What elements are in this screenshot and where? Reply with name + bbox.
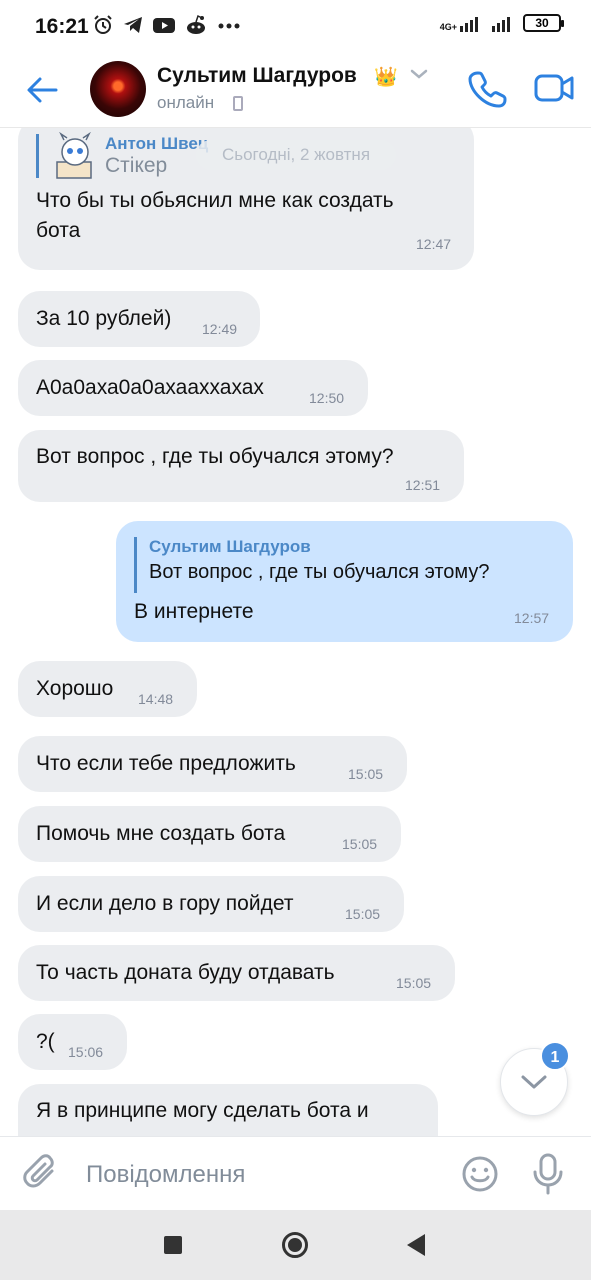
online-status: онлайн [157, 93, 215, 112]
more-notifications-icon [218, 23, 240, 29]
message-text: Что бы ты обьяснил мне как создать [36, 189, 394, 212]
reply-quote[interactable]: Антон Швец Стікер [36, 132, 209, 179]
message-text: В интернете [134, 600, 254, 623]
reply-author: Сультим Шагдуров [149, 537, 311, 556]
system-navigation-bar [0, 1210, 591, 1280]
home-icon[interactable] [282, 1232, 308, 1258]
signal-icon-2 [492, 17, 510, 32]
unread-count-badge: 1 [540, 1041, 570, 1071]
message-time: 12:51 [405, 477, 441, 493]
chat-header: Сультим Шагдуров 👑 онлайн [0, 56, 591, 128]
phone-icon [468, 71, 507, 108]
message-text: Хорошо [36, 677, 114, 700]
crown-icon: 👑 [374, 67, 398, 88]
message-text: ?( [36, 1030, 55, 1053]
message-bubble[interactable]: Я в принципе могу сделать бота и [18, 1084, 438, 1136]
smile-icon [462, 1156, 498, 1192]
message-bubble[interactable]: Вот вопрос , где ты обучался этому? 12:5… [18, 430, 464, 502]
message-text: Что если тебе предложить [36, 752, 296, 775]
message-time: 12:47 [416, 236, 452, 252]
contact-name[interactable]: Сультим Шагдуров [157, 64, 357, 88]
date-separator: Сьогодні, 2 жовтня [196, 140, 396, 170]
voice-message-button[interactable] [531, 1152, 565, 1196]
signal-icon [460, 17, 478, 32]
youtube-icon [153, 18, 175, 33]
system-status-icons: 4G+ 30 [440, 14, 564, 32]
reply-text: Вот вопрос , где ты обучался этому? [149, 561, 490, 583]
message-bubble[interactable]: За 10 рублей) 12:49 [18, 291, 260, 347]
recent-apps-icon[interactable] [164, 1236, 182, 1254]
reply-quote[interactable]: Сультим Шагдуров Вот вопрос , где ты обу… [134, 537, 490, 593]
mobile-device-icon [233, 96, 243, 111]
message-text: А0а0аха0а0ахааххахах [36, 376, 264, 399]
message-list[interactable]: Антон Швец Стікер Что бы ты обьяснил мне… [0, 128, 591, 1136]
status-bar: 16:21 4G+ 30 [0, 0, 591, 56]
message-text: То часть доната буду отдавать [36, 961, 335, 984]
chevron-down-icon [521, 1075, 547, 1089]
message-time: 15:05 [345, 906, 381, 922]
message-text: Помочь мне создать бота [36, 822, 286, 845]
message-composer [0, 1136, 591, 1210]
emoji-button[interactable] [460, 1154, 500, 1194]
video-camera-icon [534, 74, 574, 102]
reddit-icon [187, 14, 205, 34]
status-time: 16:21 [35, 15, 89, 38]
message-time: 15:05 [342, 836, 378, 852]
chevron-down-icon[interactable] [410, 68, 428, 80]
message-text: Вот вопрос , где ты обучался этому? [36, 445, 394, 468]
message-bubble[interactable]: И если дело в гору пойдет 15:05 [18, 876, 404, 932]
paperclip-icon [23, 1154, 54, 1188]
message-text: Я в принципе могу сделать бота и [36, 1099, 369, 1122]
attach-button[interactable] [22, 1154, 62, 1194]
message-time: 14:48 [138, 691, 174, 707]
message-text: За 10 рублей) [36, 307, 172, 330]
back-triangle-icon[interactable] [407, 1234, 425, 1256]
message-bubble[interactable]: Помочь мне создать бота 15:05 [18, 806, 401, 862]
message-bubble[interactable]: Что если тебе предложить 15:05 [18, 736, 407, 792]
video-call-button[interactable] [533, 70, 577, 106]
message-bubble[interactable]: ?( 15:06 [18, 1014, 127, 1070]
call-button[interactable] [468, 68, 508, 108]
message-time: 15:05 [396, 975, 432, 991]
network-indicator: 4G+ [440, 14, 483, 32]
message-text-line2: бота [36, 219, 81, 242]
message-bubble-outgoing[interactable]: Сультим Шагдуров Вот вопрос , где ты обу… [116, 521, 573, 642]
message-time: 12:50 [309, 390, 345, 406]
sticker-thumbnail-icon [56, 132, 92, 179]
message-bubble[interactable]: То часть доната буду отдавать 15:05 [18, 945, 455, 1001]
message-time: 15:06 [68, 1044, 104, 1060]
message-time: 15:05 [348, 766, 384, 782]
message-bubble[interactable]: А0а0аха0а0ахааххахах 12:50 [18, 360, 368, 416]
network-type: 4G+ [439, 22, 457, 32]
reply-author: Антон Швец [105, 134, 209, 153]
message-time: 12:49 [202, 321, 238, 337]
message-text: И если дело в гору пойдет [36, 892, 294, 915]
message-bubble[interactable]: Хорошо 14:48 [18, 661, 197, 717]
back-button[interactable] [22, 70, 62, 110]
message-time: 12:57 [514, 610, 550, 626]
telegram-icon [124, 17, 142, 33]
battery-indicator: 30 [523, 14, 564, 32]
message-input[interactable] [86, 1157, 436, 1193]
microphone-icon [533, 1153, 563, 1195]
contact-avatar[interactable] [90, 61, 146, 117]
alarm-icon [94, 15, 112, 34]
screen: 16:21 4G+ 30 Сультим Шагдуров 👑 онлайн А… [0, 0, 591, 1280]
notification-icons [92, 14, 242, 36]
reply-text: Стікер [105, 154, 168, 177]
arrow-left-icon [27, 77, 58, 103]
